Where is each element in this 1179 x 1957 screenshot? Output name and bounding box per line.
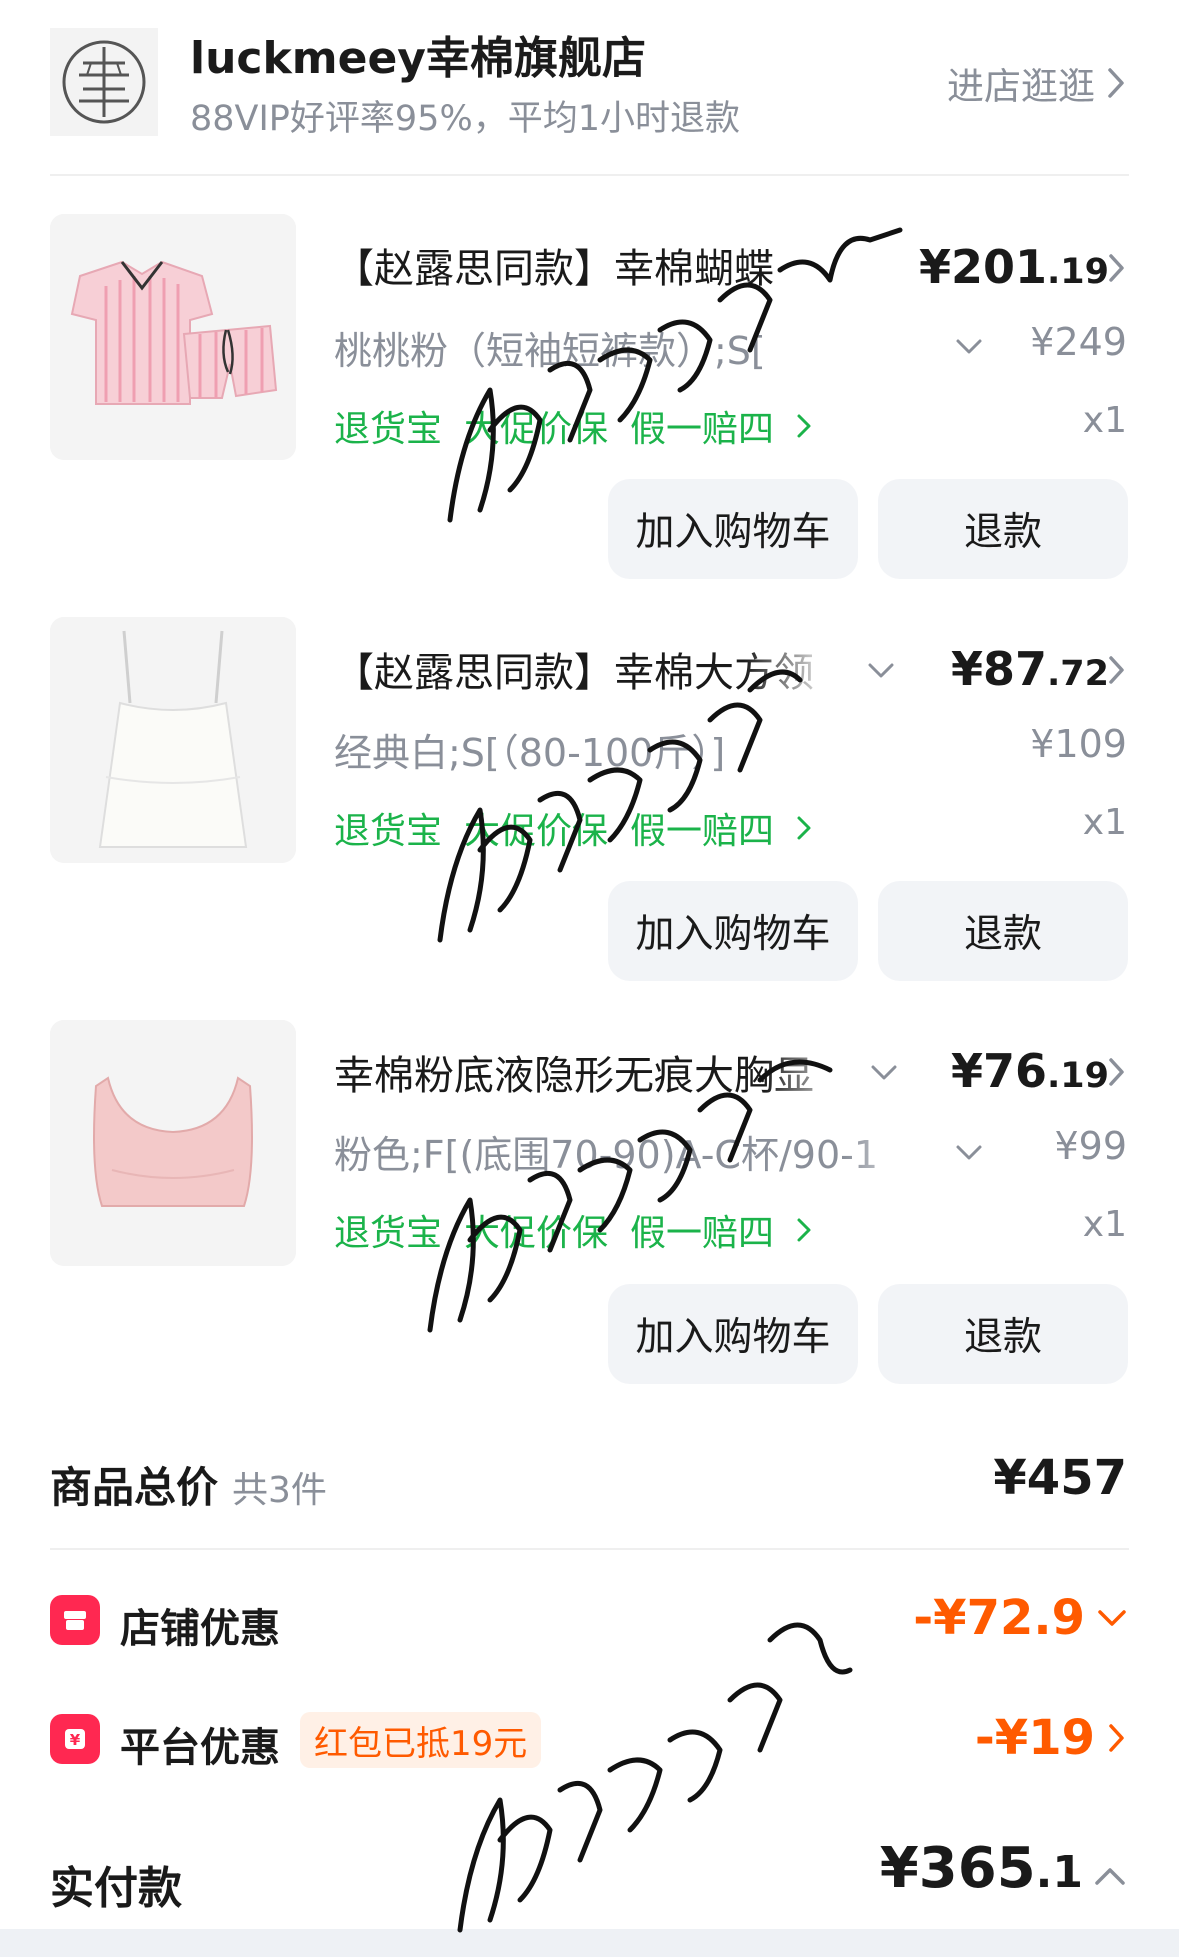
product-title[interactable]: 【赵露思同款】幸棉大方领 (334, 640, 834, 698)
service-tags[interactable]: 退货宝 大促价保 假一赔四 (334, 1204, 812, 1256)
chevron-right-icon (797, 1218, 811, 1242)
tag-price-protection: 大促价保 (464, 409, 609, 450)
tag-return-insurance: 退货宝 (334, 409, 443, 450)
tag-fake-compensation: 假一赔四 (630, 1213, 775, 1254)
totals-divider (50, 1548, 1129, 1550)
price-cents: .19 (1046, 1056, 1109, 1096)
paid-label: 实付款 (50, 1863, 182, 1914)
add-to-cart-button[interactable]: 加入购物车 (608, 1284, 858, 1384)
visit-store-link[interactable]: 进店逛逛 (947, 56, 1127, 110)
chevron-right-icon[interactable] (1107, 654, 1127, 686)
red-packet-badge: 红包已抵19元 (300, 1712, 542, 1768)
platform-discount-amount: -¥19 (974, 1710, 1095, 1766)
product-title[interactable]: 【赵露思同款】幸棉蝴蝶 (334, 236, 854, 294)
store-discount-label: 店铺优惠 (120, 1606, 280, 1652)
product-sku[interactable]: 桃桃粉（短袖短裤款）;S[（80-1 (334, 320, 764, 375)
camisole-image (50, 617, 296, 863)
paid-main: ¥365 (879, 1836, 1036, 1901)
quantity: x1 (1082, 1204, 1127, 1245)
goods-total-label: 商品总价 共3件 (50, 1454, 327, 1515)
quantity: x1 (1082, 802, 1127, 843)
paid-cents: .1 (1035, 1847, 1083, 1898)
chevron-right-icon[interactable] (1107, 252, 1127, 284)
product-title[interactable]: 幸棉粉底液隐形无痕大胸显 (334, 1043, 854, 1101)
chevron-down-icon[interactable] (955, 338, 983, 356)
bra-image (50, 1020, 296, 1266)
svg-text:¥: ¥ (70, 1731, 81, 1749)
tag-fake-compensation: 假一赔四 (630, 811, 775, 852)
refund-button[interactable]: 退款 (878, 479, 1128, 579)
product-thumbnail[interactable] (50, 1020, 296, 1266)
refund-button[interactable]: 退款 (878, 881, 1128, 981)
add-to-cart-button[interactable]: 加入购物车 (608, 881, 858, 981)
pajama-image (50, 214, 296, 460)
chevron-right-icon (797, 414, 811, 438)
platform-discount-label: 平台优惠 (120, 1725, 280, 1771)
product-thumbnail[interactable] (50, 214, 296, 460)
chevron-down-icon[interactable] (870, 1064, 898, 1082)
chevron-right-icon (1109, 1724, 1124, 1752)
store-logo-icon (62, 40, 146, 124)
paid-value[interactable]: ¥365.1 (880, 1836, 1127, 1901)
product-thumbnail[interactable] (50, 617, 296, 863)
chevron-right-icon (797, 816, 811, 840)
chevron-down-icon[interactable] (867, 662, 895, 680)
tag-return-insurance: 退货宝 (334, 811, 443, 852)
product-sku-text: 粉色;F[(底围70-90)A-C杯/90-1 (334, 1133, 879, 1177)
tag-fake-compensation: 假一赔四 (630, 409, 775, 450)
product-sku[interactable]: 经典白;S[（80-100斤）] (334, 722, 894, 777)
goods-total-value: ¥457 (993, 1450, 1127, 1506)
price-cents: .72 (1046, 654, 1109, 694)
store-discount-icon (50, 1595, 100, 1645)
original-price: ¥99 (1054, 1124, 1127, 1168)
price-main: ¥87 (950, 642, 1047, 696)
original-price: ¥249 (1030, 320, 1127, 364)
chevron-up-icon (1095, 1868, 1125, 1885)
add-to-cart-button[interactable]: 加入购物车 (608, 479, 858, 579)
store-name[interactable]: luckmeey幸棉旗舰店 (190, 22, 646, 86)
platform-discount-icon: ¥ (50, 1714, 100, 1764)
tag-price-protection: 大促价保 (464, 811, 609, 852)
price-cents: .19 (1046, 252, 1109, 292)
original-price: ¥109 (1030, 722, 1127, 766)
tag-price-protection: 大促价保 (464, 1213, 609, 1254)
bottom-bar (0, 1929, 1179, 1957)
price-main: ¥201 (918, 240, 1047, 294)
product-price: ¥87.72 (951, 642, 1109, 696)
goods-total-text: 商品总价 (50, 1463, 219, 1512)
service-tags[interactable]: 退货宝 大促价保 假一赔四 (334, 400, 812, 452)
product-title-text: 【赵露思同款】幸棉大方领 (334, 650, 814, 696)
goods-count: 共3件 (232, 1470, 327, 1511)
shop-icon (64, 1611, 86, 1630)
refund-button[interactable]: 退款 (878, 1284, 1128, 1384)
platform-discount-value[interactable]: -¥19 (975, 1710, 1127, 1766)
chevron-right-icon (1108, 68, 1124, 98)
quantity: x1 (1082, 400, 1127, 441)
chevron-right-icon[interactable] (1107, 1056, 1127, 1088)
red-packet-icon: ¥ (65, 1729, 85, 1749)
store-logo[interactable] (50, 28, 158, 136)
service-tags[interactable]: 退货宝 大促价保 假一赔四 (334, 802, 812, 854)
visit-store-label: 进店逛逛 (947, 65, 1095, 108)
chevron-down-icon (1098, 1610, 1126, 1626)
product-price: ¥201.19 (919, 240, 1109, 294)
product-sku[interactable]: 粉色;F[(底围70-90)A-C杯/90-1 (334, 1124, 934, 1179)
product-price: ¥76.19 (951, 1044, 1109, 1098)
store-subtitle: 88VIP好评率95%，平均1小时退款 (190, 99, 740, 139)
store-discount-value[interactable]: -¥72.9 (913, 1590, 1127, 1646)
chevron-down-icon[interactable] (955, 1144, 983, 1162)
store-discount-amount: -¥72.9 (913, 1590, 1085, 1646)
product-title-text: 幸棉粉底液隐形无痕大胸显 (334, 1053, 814, 1099)
price-main: ¥76 (950, 1044, 1047, 1098)
tag-return-insurance: 退货宝 (334, 1213, 443, 1254)
header-divider (50, 174, 1129, 176)
